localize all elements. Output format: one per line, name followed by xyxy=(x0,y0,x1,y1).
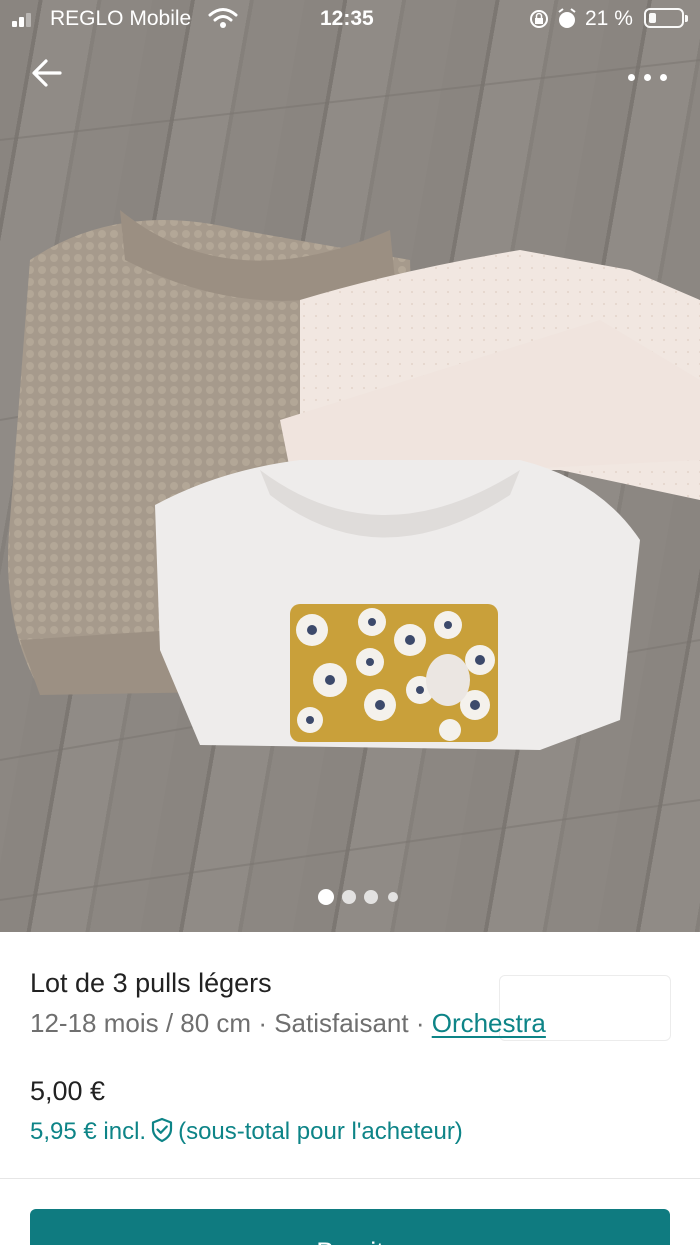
size-condition: 12-18 mois / 80 cm · Satisfaisant · xyxy=(30,1008,432,1038)
buyer-price-note: (sous-total pour l'acheteur) xyxy=(178,1118,463,1145)
buy-button[interactable]: Buy it xyxy=(30,1209,670,1245)
item-title: Lot de 3 pulls légers xyxy=(30,968,272,998)
more-options-button[interactable] xyxy=(622,60,674,94)
divider xyxy=(0,1178,700,1179)
buyer-protection-price[interactable]: 5,95 € incl. (sous-total pour l'acheteur) xyxy=(30,1117,463,1150)
buy-button-label: Buy it xyxy=(316,1237,384,1245)
battery-icon xyxy=(644,8,688,28)
shield-check-icon xyxy=(150,1117,174,1150)
item-price: 5,00 € xyxy=(30,1076,106,1106)
item-photo[interactable]: REGLO Mobile 12:35 21 % xyxy=(0,0,700,932)
buyer-price-value: 5,95 € incl. xyxy=(30,1118,147,1145)
signal-icon xyxy=(12,11,38,27)
brand-link[interactable]: Orchestra xyxy=(432,1008,546,1038)
back-button[interactable] xyxy=(30,56,74,96)
back-arrow-icon xyxy=(32,59,62,87)
carousel-dot-active[interactable] xyxy=(318,889,334,905)
clothes-photo-illustration xyxy=(0,59,700,901)
carousel-dot[interactable] xyxy=(388,892,398,902)
item-details: 12-18 mois / 80 cm · Satisfaisant · Orch… xyxy=(30,1008,546,1039)
status-bar: REGLO Mobile 12:35 21 % xyxy=(0,0,700,38)
carrier-name: REGLO Mobile xyxy=(50,7,192,30)
carousel-dot[interactable] xyxy=(342,890,356,904)
clock: 12:35 xyxy=(320,7,374,30)
battery-percent: 21 % xyxy=(585,7,633,30)
carousel-dot[interactable] xyxy=(364,890,378,904)
